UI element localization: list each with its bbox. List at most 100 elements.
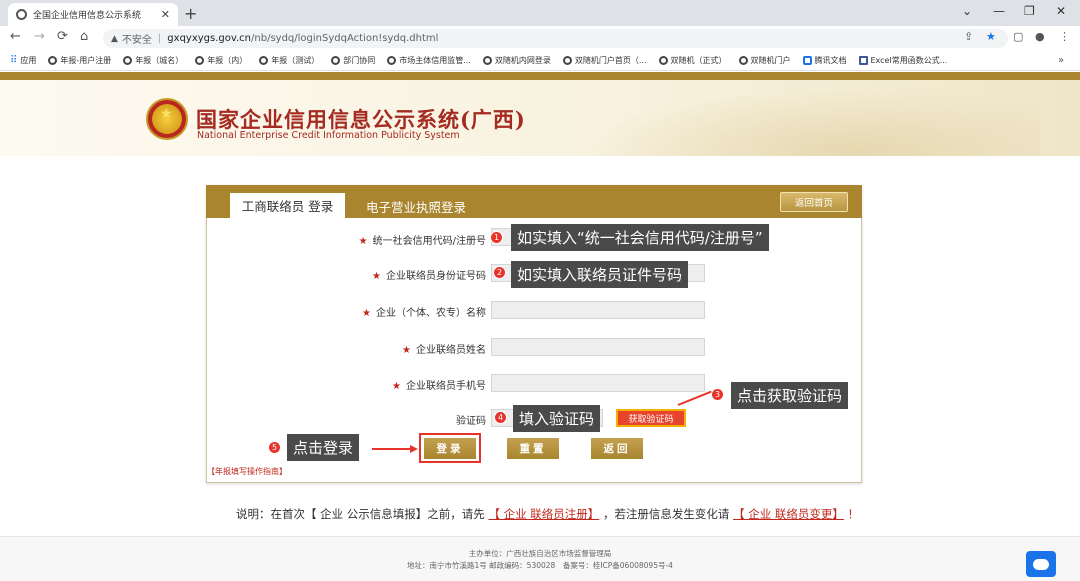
required-star-icon: ★: [392, 381, 401, 392]
step-badge-3: 3: [711, 388, 724, 401]
side-panel-icon[interactable]: ▢: [1013, 30, 1023, 43]
contact-name-input[interactable]: [491, 338, 705, 356]
home-icon[interactable]: ⌂: [80, 29, 88, 44]
bookmark-label: 双随机（正式）: [670, 56, 727, 65]
contact-phone-label: ★ 企业联络员手机号: [392, 377, 486, 392]
globe-icon: [16, 9, 27, 20]
doc-icon: [802, 56, 812, 65]
minimize-icon[interactable]: —: [993, 4, 1005, 18]
liaison-change-link[interactable]: 【 企业 联络员变更】: [733, 507, 844, 521]
back-icon[interactable]: ←: [10, 29, 21, 44]
url-path: /nb/sydq/loginSydqAction!sydq.dhtml: [251, 33, 439, 44]
bookmark-label: 应用: [20, 56, 37, 65]
globe-icon: [123, 56, 133, 65]
warning-icon[interactable]: ▲: [111, 34, 118, 44]
bookmark-label: 部门协同: [343, 56, 376, 65]
arrow-5: [372, 448, 412, 450]
forward-icon[interactable]: →: [34, 29, 45, 44]
bookmark-item[interactable]: 年报（内）: [195, 55, 247, 66]
site-subtitle: National Enterprise Credit Information P…: [197, 130, 460, 141]
bookmark-label: Excel常用函数公式...: [870, 56, 948, 65]
profile-icon[interactable]: ●: [1035, 30, 1045, 43]
tab-e-license-login[interactable]: 电子营业执照登录: [366, 197, 466, 216]
bookmark-label: 年报（测试）: [271, 56, 320, 65]
return-home-button[interactable]: 返回首页: [780, 192, 848, 212]
label-text: 统一社会信用代码/注册号: [372, 236, 486, 247]
bookmark-apps[interactable]: ⠿ 应用: [10, 55, 36, 66]
get-captcha-button[interactable]: 获取验证码: [616, 409, 686, 427]
step-badge-1: 1: [490, 231, 503, 244]
required-star-icon: ★: [362, 308, 371, 319]
bookmark-item[interactable]: 年报（测试）: [259, 55, 319, 66]
bookmark-label: 年报-用户注册: [60, 56, 112, 65]
bookmark-label: 市场主体信用监管...: [399, 56, 471, 65]
required-star-icon: ★: [402, 345, 411, 356]
bookmark-item[interactable]: 双随机（正式）: [658, 55, 727, 66]
bookmark-item[interactable]: 年报（城名）: [123, 55, 183, 66]
annotation-5: 点击登录: [287, 434, 360, 461]
bookmark-item[interactable]: 双随机门户首页（...: [562, 55, 647, 66]
bookmark-item[interactable]: Excel常用函数公式...: [858, 55, 948, 66]
chat-bubble-icon: [1033, 558, 1049, 570]
tab-liaison-login[interactable]: 工商联络员 登录: [230, 193, 345, 218]
bookmark-item[interactable]: 腾讯文档: [802, 55, 847, 66]
reset-button[interactable]: 重置: [507, 438, 559, 459]
step-badge-4: 4: [494, 411, 507, 424]
tab-search-icon[interactable]: ⌄: [962, 4, 972, 18]
bookmark-label: 双随机门户首页（...: [574, 56, 647, 65]
globe-icon: [482, 56, 492, 65]
step-badge-2: 2: [493, 266, 506, 279]
liaison-register-link[interactable]: 【 企业 联络员注册】: [488, 507, 599, 521]
new-tab-button[interactable]: +: [184, 4, 197, 23]
bookmark-label: 腾讯文档: [814, 56, 847, 65]
close-tab-icon[interactable]: ✕: [161, 8, 170, 21]
captcha-label: 验证码: [456, 416, 486, 427]
contact-phone-input[interactable]: [491, 374, 705, 392]
bookmarks-bar: ⠿ 应用 年报-用户注册 年报（城名） 年报（内） 年报（测试） 部门协同 市场主…: [0, 51, 1080, 71]
globe-icon: [738, 56, 748, 65]
globe-icon: [259, 56, 269, 65]
label-text: 企业联络员姓名: [416, 345, 486, 356]
tab-title: 全国企业信用信息公示系统: [33, 11, 142, 21]
close-window-icon[interactable]: ✕: [1056, 4, 1066, 18]
globe-icon: [48, 56, 58, 65]
bookmark-item[interactable]: 双随机门户: [738, 55, 791, 66]
bookmark-item[interactable]: 年报-用户注册: [48, 55, 111, 66]
menu-icon[interactable]: ⋮: [1059, 30, 1070, 43]
image-icon: [858, 56, 868, 65]
browser-tab[interactable]: 全国企业信用信息公示系统 ✕: [8, 3, 178, 26]
url-field[interactable]: ▲ 不安全 | gxqyxygs.gov.cn /nb/sydq/loginSy…: [103, 29, 1008, 48]
top-gold-bar: [0, 72, 1080, 80]
bookmarks-more-icon[interactable]: »: [1058, 55, 1064, 66]
globe-icon: [658, 56, 668, 65]
footer-organizer: 主办单位：广西壮族自治区市场监督管理局: [468, 549, 612, 558]
reload-icon[interactable]: ⟳: [57, 29, 68, 44]
mountain-illustration: [580, 88, 1040, 156]
bookmark-label: 双随机内网登录: [494, 56, 551, 65]
back-button[interactable]: 返回: [591, 438, 643, 459]
bookmark-star-icon[interactable]: ★: [986, 30, 996, 43]
security-label[interactable]: 不安全: [122, 31, 152, 46]
annotation-4: 填入验证码: [513, 405, 601, 432]
bookmark-item[interactable]: 双随机内网登录: [482, 55, 551, 66]
maximize-icon[interactable]: ❐: [1024, 4, 1035, 18]
login-button[interactable]: 登录: [424, 438, 476, 459]
url-host: gxqyxygs.gov.cn: [167, 33, 252, 44]
bookmark-item[interactable]: 市场主体信用监管...: [387, 55, 471, 66]
contact-name-label: ★ 企业联络员姓名: [402, 341, 486, 356]
arrow-5-head: [410, 445, 418, 453]
bookmark-label: 年报（内）: [207, 56, 248, 65]
globe-icon: [387, 56, 397, 65]
label-text: 企业（个体、农专）名称: [376, 308, 486, 319]
guide-link[interactable]: 【年报填写操作指南】: [207, 466, 287, 477]
description-middle: ，若注册信息发生变化请: [602, 507, 730, 521]
bookmark-item[interactable]: 部门协同: [331, 55, 375, 66]
credit-code-label: ★ 统一社会信用代码/注册号: [359, 232, 486, 247]
company-name-input[interactable]: [491, 301, 705, 319]
share-icon[interactable]: ⇪: [964, 30, 973, 43]
bookmark-label: 年报（城名）: [135, 56, 184, 65]
company-name-label: ★ 企业（个体、农专）名称: [362, 304, 486, 319]
chat-button[interactable]: [1026, 551, 1056, 577]
label-text: 企业联络员手机号: [406, 381, 486, 392]
emblem-star-icon: ★: [160, 106, 173, 122]
